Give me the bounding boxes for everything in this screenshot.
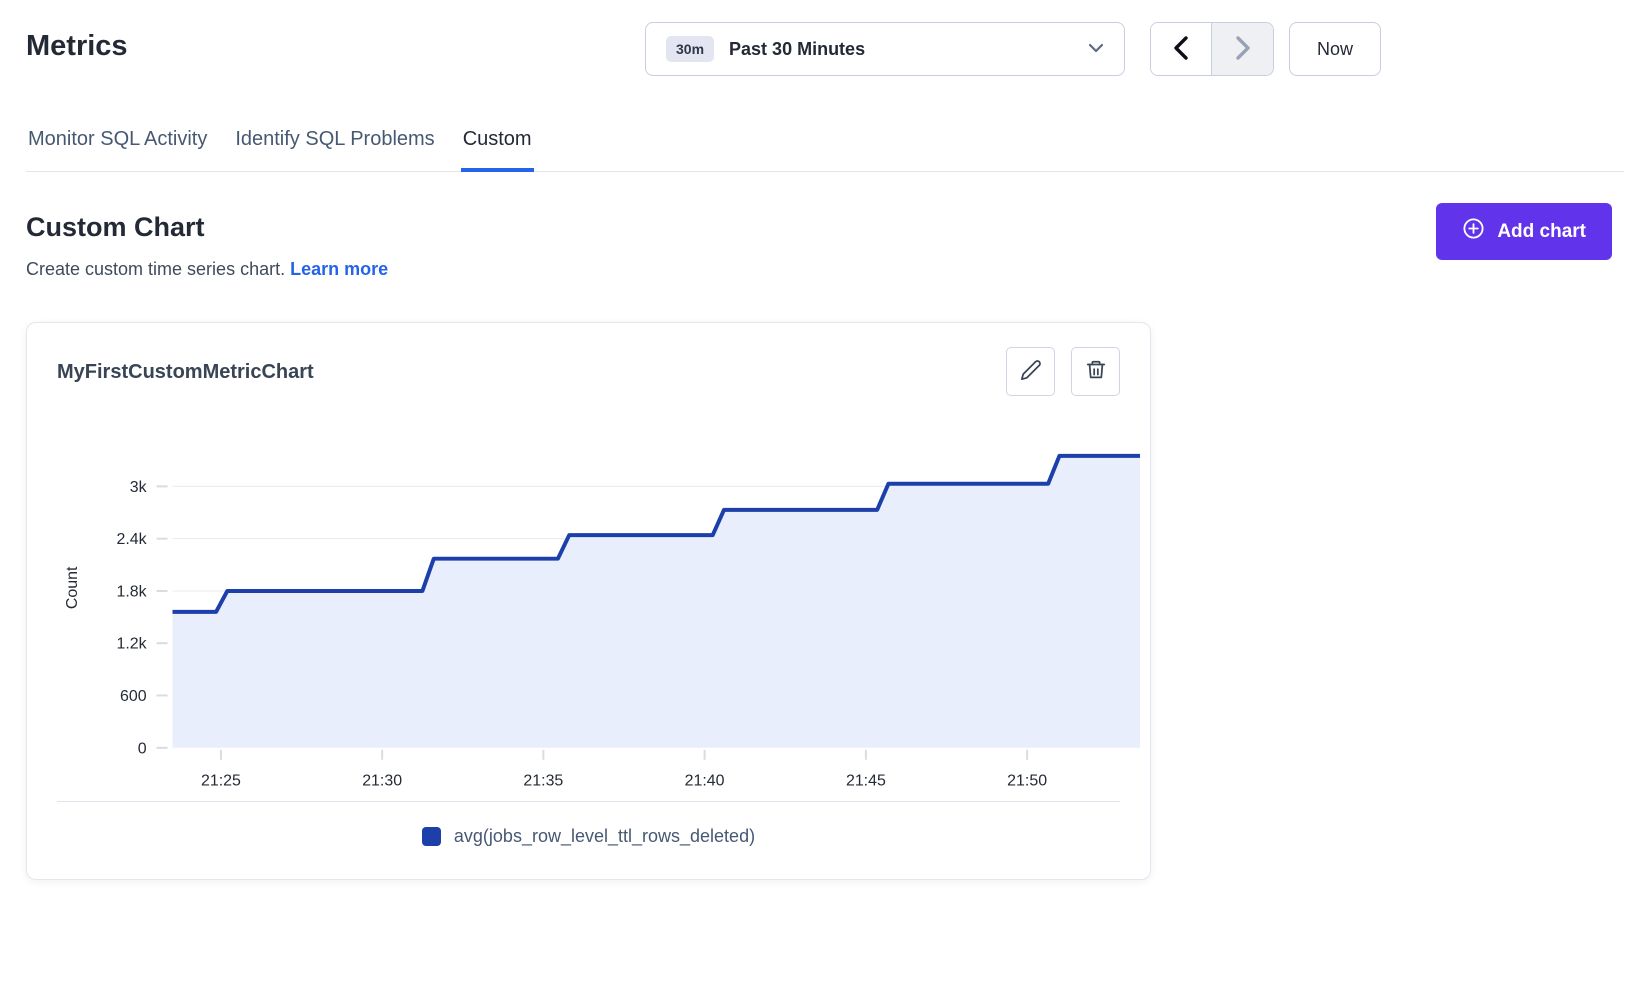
chart-title: MyFirstCustomMetricChart [57,347,314,384]
chevron-left-icon [1172,35,1190,64]
custom-chart-section-header: Custom Chart Add chart [26,212,1624,243]
metrics-tabs: Monitor SQL Activity Identify SQL Proble… [26,124,1624,172]
add-chart-label: Add chart [1497,221,1586,243]
svg-text:1.2k: 1.2k [116,636,146,653]
trash-icon [1085,359,1107,384]
metrics-page: Metrics 30m Past 30 Minutes [0,0,1650,880]
time-series-chart: 0 600 1.2k 1.8k 2.4k 3k 21:25 21:30 21:35 21:40 21… [31,418,1150,795]
time-nav-group [1150,22,1274,76]
learn-more-link[interactable]: Learn more [290,259,388,279]
svg-text:21:35: 21:35 [523,773,563,790]
delete-chart-button[interactable] [1071,347,1120,396]
legend-label: avg(jobs_row_level_ttl_rows_deleted) [454,826,755,847]
time-controls: 30m Past 30 Minutes Now [645,22,1381,76]
chevron-down-icon [1088,40,1104,58]
time-range-label: Past 30 Minutes [729,39,1088,60]
svg-text:3k: 3k [130,479,147,496]
edit-chart-button[interactable] [1006,347,1055,396]
section-title: Custom Chart [26,212,1624,243]
svg-text:21:50: 21:50 [1007,773,1047,790]
now-button[interactable]: Now [1289,22,1381,76]
chart-actions [1006,347,1120,396]
svg-text:21:25: 21:25 [201,773,241,790]
svg-text:21:45: 21:45 [846,773,886,790]
time-next-button[interactable] [1212,23,1273,75]
plus-circle-icon [1462,217,1485,246]
svg-text:1.8k: 1.8k [116,583,146,600]
chevron-right-icon [1234,35,1252,64]
svg-text:21:30: 21:30 [362,773,402,790]
add-chart-button[interactable]: Add chart [1436,203,1612,260]
time-range-badge: 30m [666,36,714,62]
chart-card-header: MyFirstCustomMetricChart [57,347,1120,396]
svg-text:0: 0 [138,740,147,757]
section-description: Create custom time series chart. Learn m… [26,259,1624,280]
time-prev-button[interactable] [1151,23,1212,75]
tab-monitor-sql-activity[interactable]: Monitor SQL Activity [26,124,209,172]
chart-legend[interactable]: avg(jobs_row_level_ttl_rows_deleted) [57,802,1120,867]
time-range-select[interactable]: 30m Past 30 Minutes [645,22,1125,76]
svg-text:21:40: 21:40 [685,773,725,790]
svg-text:2.4k: 2.4k [116,531,146,548]
svg-text:Count: Count [64,566,81,609]
tab-custom[interactable]: Custom [461,124,534,172]
legend-swatch [422,827,441,846]
svg-text:600: 600 [120,688,147,705]
pencil-icon [1020,359,1042,384]
custom-chart-card: MyFirstCustomMetricChart 0 600 1.2k 1.8k 2.4… [26,322,1151,880]
page-header: Metrics 30m Past 30 Minutes [26,0,1624,96]
section-description-text: Create custom time series chart. [26,259,285,279]
tab-identify-sql-problems[interactable]: Identify SQL Problems [233,124,436,172]
